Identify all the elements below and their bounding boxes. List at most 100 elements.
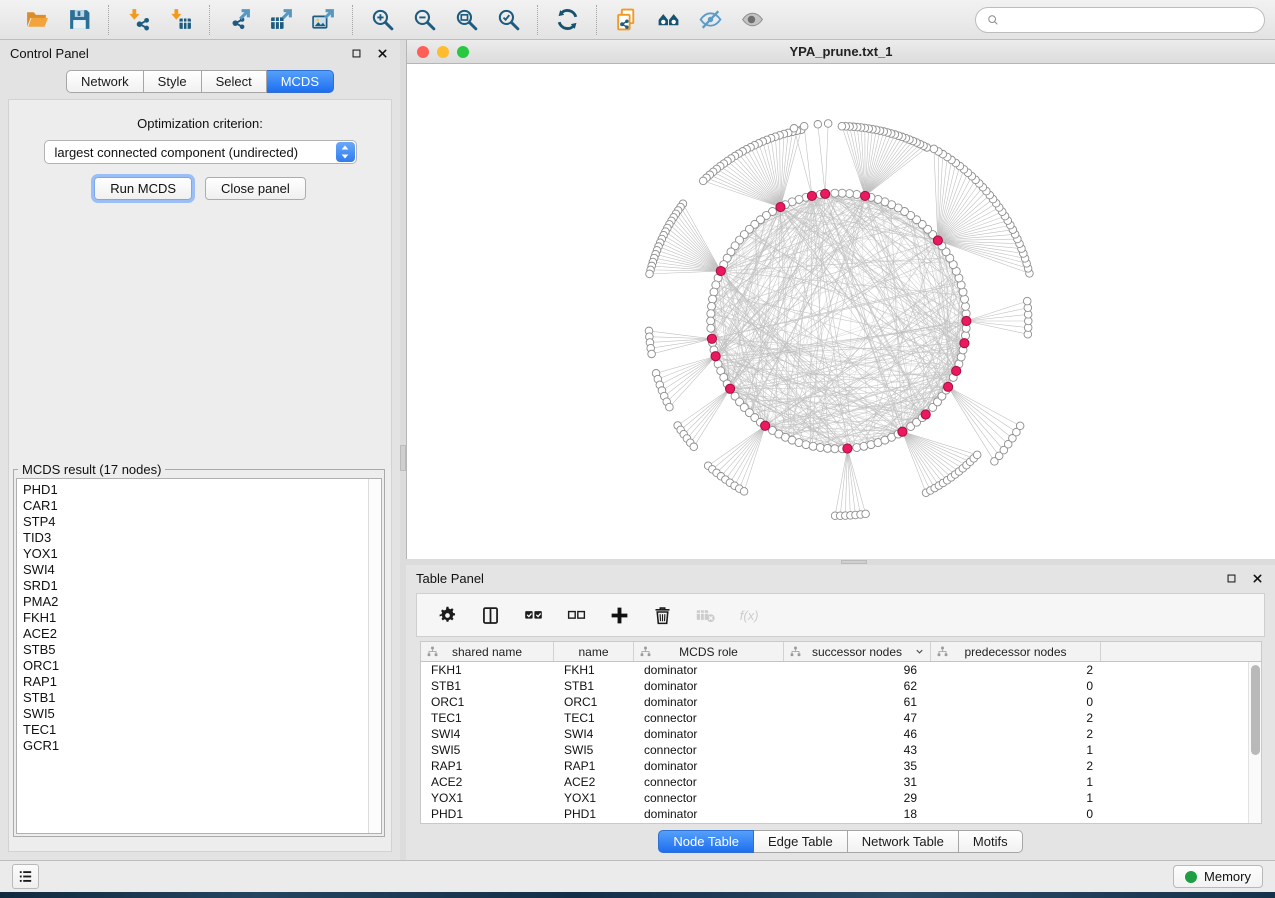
export-image-button[interactable] (304, 4, 342, 36)
show-all-button[interactable] (733, 4, 771, 36)
delete-columns-button[interactable] (648, 601, 676, 629)
table-row[interactable]: PHD1PHD1dominator180 (421, 806, 1248, 822)
table-cell[interactable]: PHD1 (554, 806, 634, 822)
table-cell[interactable]: dominator (634, 726, 784, 742)
table-cell[interactable]: dominator (634, 678, 784, 694)
table-cell[interactable]: ORC1 (421, 694, 554, 710)
table-cell[interactable]: 62 (784, 678, 931, 694)
mcds-result-item[interactable]: STB1 (23, 690, 381, 706)
table-row[interactable]: ORC1ORC1dominator610 (421, 694, 1248, 710)
table-cell[interactable]: dominator (634, 758, 784, 774)
table-cell[interactable]: RAP1 (421, 758, 554, 774)
zoom-fit-button[interactable] (447, 4, 485, 36)
mcds-result-item[interactable]: SWI5 (23, 706, 381, 722)
horizontal-splitter[interactable] (406, 559, 1275, 565)
mcds-result-item[interactable]: CAR1 (23, 498, 381, 514)
mcds-result-item[interactable]: RAP1 (23, 674, 381, 690)
table-row[interactable]: ACE2ACE2connector311 (421, 774, 1248, 790)
table-cell[interactable]: 2 (931, 710, 1101, 726)
table-cell[interactable]: dominator (634, 806, 784, 822)
table-cell[interactable]: dominator (634, 694, 784, 710)
table-cell[interactable]: TEC1 (421, 710, 554, 726)
table-cell[interactable]: 1 (931, 774, 1101, 790)
mcds-result-item[interactable]: ORC1 (23, 658, 381, 674)
table-cell[interactable]: FKH1 (421, 662, 554, 678)
column-header-name[interactable]: name (554, 642, 634, 661)
tab-mcds[interactable]: MCDS (267, 70, 334, 93)
table-cell[interactable]: 96 (784, 662, 931, 678)
table-cell[interactable]: SWI5 (554, 742, 634, 758)
table-cell[interactable]: 29 (784, 790, 931, 806)
zoom-selected-button[interactable] (489, 4, 527, 36)
column-header-predecessor-nodes[interactable]: predecessor nodes (931, 642, 1101, 661)
show-columns-button[interactable] (476, 601, 504, 629)
table-cell[interactable]: 0 (931, 678, 1101, 694)
window-close-button[interactable] (417, 46, 429, 58)
table-options-button[interactable] (433, 601, 461, 629)
column-header-shared-name[interactable]: shared name (421, 642, 554, 661)
table-cell[interactable]: dominator (634, 662, 784, 678)
mcds-result-item[interactable]: ACE2 (23, 626, 381, 642)
table-cell[interactable]: 1 (931, 742, 1101, 758)
mcds-result-item[interactable]: SWI4 (23, 562, 381, 578)
table-cell[interactable]: RAP1 (554, 758, 634, 774)
optimization-criterion-select[interactable]: largest connected component (undirected) (44, 140, 357, 164)
table-cell[interactable]: 47 (784, 710, 931, 726)
splitter-grip[interactable] (841, 560, 867, 564)
mcds-result-item[interactable]: STB5 (23, 642, 381, 658)
table-cell[interactable]: SWI5 (421, 742, 554, 758)
table-panel-close-button[interactable] (1249, 570, 1265, 586)
import-network-button[interactable] (119, 4, 157, 36)
table-cell[interactable]: 1 (931, 790, 1101, 806)
table-cell[interactable]: STB1 (554, 678, 634, 694)
control-panel-float-button[interactable] (348, 45, 364, 61)
column-header-successor-nodes[interactable]: successor nodes (784, 642, 931, 661)
mcds-result-item[interactable]: STP4 (23, 514, 381, 530)
table-cell[interactable]: 0 (931, 694, 1101, 710)
window-maximize-button[interactable] (457, 46, 469, 58)
open-session-button[interactable] (18, 4, 56, 36)
table-cell[interactable]: YOX1 (554, 790, 634, 806)
table-cell[interactable]: connector (634, 790, 784, 806)
mcds-result-item[interactable]: SRD1 (23, 578, 381, 594)
table-cell[interactable]: 18 (784, 806, 931, 822)
mcds-result-item[interactable]: TEC1 (23, 722, 381, 738)
mcds-result-item[interactable]: PHD1 (23, 482, 381, 498)
network-graph[interactable] (407, 64, 1275, 559)
export-table-button[interactable] (262, 4, 300, 36)
table-cell[interactable]: ORC1 (554, 694, 634, 710)
zoom-in-button[interactable] (363, 4, 401, 36)
first-neighbors-button[interactable] (649, 4, 687, 36)
table-cell[interactable]: 0 (931, 806, 1101, 822)
table-cell[interactable]: SWI4 (421, 726, 554, 742)
table-row[interactable]: RAP1RAP1dominator352 (421, 758, 1248, 774)
tab-style[interactable]: Style (144, 70, 202, 93)
tab-network-table[interactable]: Network Table (848, 830, 959, 853)
table-cell[interactable]: 35 (784, 758, 931, 774)
table-cell[interactable]: ACE2 (421, 774, 554, 790)
task-history-button[interactable] (12, 864, 39, 889)
window-minimize-button[interactable] (437, 46, 449, 58)
table-row[interactable]: SWI5SWI5connector431 (421, 742, 1248, 758)
search-input[interactable] (1006, 11, 1254, 28)
table-cell[interactable]: PHD1 (421, 806, 554, 822)
run-mcds-button[interactable]: Run MCDS (94, 177, 192, 200)
network-from-selection-button[interactable] (607, 4, 645, 36)
network-canvas[interactable] (407, 64, 1275, 559)
table-cell[interactable]: TEC1 (554, 710, 634, 726)
close-panel-button[interactable]: Close panel (205, 177, 306, 200)
table-cell[interactable]: YOX1 (421, 790, 554, 806)
scrollbar-thumb[interactable] (1251, 665, 1260, 755)
table-cell[interactable]: connector (634, 710, 784, 726)
tab-node-table[interactable]: Node Table (658, 830, 754, 853)
table-cell[interactable]: 61 (784, 694, 931, 710)
table-cell[interactable]: connector (634, 742, 784, 758)
mcds-result-item[interactable]: GCR1 (23, 738, 381, 754)
column-header-mcds-role[interactable]: MCDS role (634, 642, 784, 661)
table-cell[interactable]: 2 (931, 726, 1101, 742)
table-cell[interactable]: 46 (784, 726, 931, 742)
export-network-button[interactable] (220, 4, 258, 36)
tab-select[interactable]: Select (202, 70, 267, 93)
table-cell[interactable]: ACE2 (554, 774, 634, 790)
vertical-splitter[interactable] (400, 40, 406, 860)
